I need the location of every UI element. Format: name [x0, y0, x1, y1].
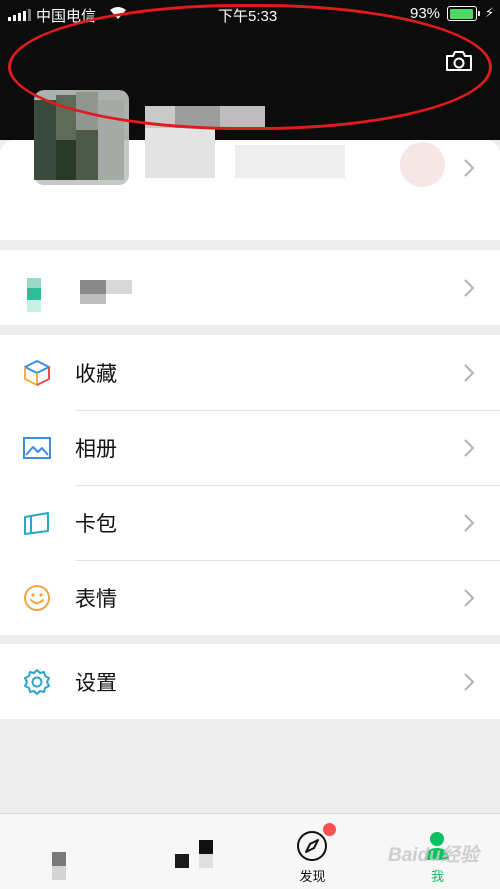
camera-icon[interactable] — [444, 49, 474, 73]
watermark: Baidu经验 — [388, 845, 479, 866]
notification-badge — [323, 823, 336, 836]
compass-icon — [297, 831, 327, 861]
tab-contacts[interactable] — [125, 814, 250, 889]
service-icon — [22, 274, 52, 312]
menu-item-label: 表情 — [75, 587, 117, 611]
tab-discover[interactable]: 发现 — [250, 814, 375, 889]
signal-strength-icon — [8, 9, 31, 21]
services-section — [0, 250, 500, 325]
chevron-right-icon — [464, 364, 475, 382]
menu-item-stickers[interactable]: 表情 — [0, 560, 500, 635]
status-time: 下午5:33 — [218, 8, 278, 25]
tab-label: 发现 — [299, 870, 326, 885]
chevron-right-icon — [464, 159, 475, 177]
menu-item-settings[interactable]: 设置 — [0, 644, 500, 719]
chevron-right-icon — [464, 279, 475, 297]
tab-chats[interactable] — [0, 814, 125, 889]
chevron-right-icon — [464, 439, 475, 457]
settings-section: 设置 — [0, 644, 500, 719]
card-wallet-icon — [24, 512, 49, 535]
favorites-cube-icon — [24, 360, 50, 386]
battery-percent: 93% — [410, 5, 441, 22]
menu-item-label: 设置 — [75, 671, 117, 695]
menu-item-label: 卡包 — [75, 512, 117, 536]
album-picture-icon — [23, 437, 51, 459]
carrier-name: 中国电信 — [36, 8, 97, 25]
chevron-right-icon — [464, 589, 475, 607]
menu-item-card-wallet[interactable]: 卡包 — [0, 485, 500, 560]
charging-bolt-icon: ⚡ — [485, 5, 495, 20]
tab-label: 我 — [430, 870, 444, 885]
wifi-icon — [110, 7, 126, 19]
menu-list: 收藏 相册 卡包 表情 — [0, 335, 500, 635]
gear-icon — [24, 669, 50, 695]
chevron-right-icon — [464, 514, 475, 532]
chevron-right-icon — [464, 673, 475, 691]
services-row[interactable] — [0, 250, 500, 325]
menu-item-label: 相册 — [75, 437, 117, 461]
status-bar: 中国电信 下午5:33 93% ⚡ — [0, 0, 500, 28]
menu-item-favorites[interactable]: 收藏 — [0, 335, 500, 410]
menu-item-label: 收藏 — [75, 362, 117, 386]
smiley-face-icon — [24, 585, 50, 611]
battery-level-fill — [449, 8, 473, 19]
menu-item-album[interactable]: 相册 — [0, 410, 500, 485]
battery-icon — [447, 6, 480, 21]
